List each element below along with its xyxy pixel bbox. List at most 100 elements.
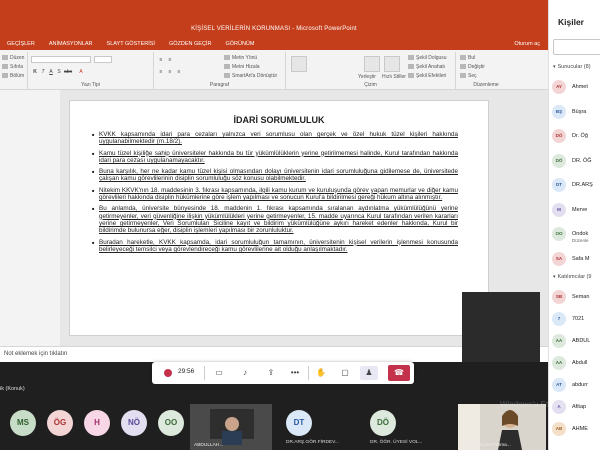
layout-button[interactable]: Düzen — [2, 55, 24, 61]
mic-off-icon[interactable]: ♪ — [236, 366, 254, 380]
camera-off-icon[interactable]: ▭ — [210, 366, 228, 380]
participant-row[interactable]: AT abdurr — [552, 378, 600, 394]
paragraph-group-label: Paragraf — [209, 82, 230, 88]
smartart-icon — [224, 73, 230, 79]
text-direction-button[interactable]: Metin Yönü — [224, 55, 257, 61]
current-slide[interactable]: İDARİ SORUMLULUK KVKK kapsamında idari p… — [69, 100, 489, 336]
quick-styles-button[interactable] — [384, 56, 400, 72]
chat-icon[interactable]: ▢ — [336, 366, 354, 380]
video-tile[interactable]: ABDULLAH... — [190, 404, 272, 450]
slide-thumbnails-pane[interactable] — [0, 90, 60, 346]
arrange-button[interactable] — [364, 56, 380, 72]
tab-gozden-gecir[interactable]: GÖZDEN GEÇİR — [162, 38, 218, 50]
participant-name: DR.ARŞ.GÖR.FİRDEV... — [286, 440, 339, 445]
participant-avatar: BŞ — [552, 104, 566, 119]
participant-row[interactable]: OO Ondok Düzenle — [552, 227, 600, 243]
video-overlay — [462, 292, 540, 362]
bullet-item: Buna karşılık, her ne kadar kamu tüzel k… — [92, 168, 458, 183]
video-tile[interactable]: Dr. Öğr. Üyesi Fatma... — [458, 404, 546, 450]
participant-row[interactable]: AA ABDUL — [552, 334, 600, 350]
participant-avatar: SB — [552, 290, 566, 304]
participant-avatar: DÖ — [552, 129, 566, 143]
drawing-group-label: Çizim — [364, 82, 377, 88]
title-bar: KİŞİSEL VERİLERİN KORUNMASI - Microsoft … — [0, 0, 548, 38]
italic-button[interactable]: T — [40, 69, 46, 75]
section-button[interactable]: Bölüm — [2, 73, 24, 79]
find-button[interactable]: Bul — [460, 55, 475, 61]
share-screen-icon[interactable]: ⇪ — [262, 366, 280, 380]
numbering-button[interactable]: ≡ — [167, 57, 173, 63]
participant-avatar: DÖ — [552, 153, 566, 168]
shape-outline-icon — [408, 64, 414, 70]
participant-row[interactable]: M Merve — [552, 202, 600, 219]
participant-row[interactable]: AY Ahmet — [552, 80, 600, 96]
smartart-button[interactable]: SmartArt'a Dönüştür — [224, 73, 277, 79]
reset-button[interactable]: Sıfırla — [2, 64, 23, 70]
bullets-button[interactable]: ≡ — [158, 57, 164, 63]
select-button[interactable]: Seç — [460, 73, 477, 79]
window-title: KİŞİSEL VERİLERİN KORUNMASI - Microsoft … — [191, 26, 357, 32]
participant-avatar: DT — [286, 410, 312, 436]
participant-avatar: AA — [552, 334, 566, 348]
align-left-button[interactable]: ≡ — [158, 69, 164, 75]
participant-tile[interactable]: DT DR.ARŞ.GÖR.FİRDEV... — [286, 410, 339, 450]
replace-icon — [460, 64, 466, 70]
signin-link[interactable]: Oturum aç — [514, 41, 548, 47]
participant-row[interactable]: AA Abdull — [552, 356, 600, 372]
shadow-button[interactable]: S — [56, 69, 62, 75]
chevron-down-icon: ▾ — [553, 274, 556, 280]
participants-icon[interactable]: ♟ — [360, 366, 378, 380]
participant-avatar: OO — [158, 410, 184, 436]
tab-gecisler[interactable]: GEÇİŞLER — [0, 38, 42, 50]
divider — [204, 366, 205, 380]
tab-animasyonlar[interactable]: ANİMASYONLAR — [42, 38, 100, 50]
attendees-header[interactable]: ▾ Katılımcılar (9 — [553, 274, 591, 280]
align-center-button[interactable]: ≡ — [167, 69, 173, 75]
participant-name: Seman — [572, 294, 590, 300]
tab-gorunum[interactable]: GÖRÜNÜM — [218, 38, 261, 50]
shape-fill-button[interactable]: Şekil Dolgusu — [408, 55, 447, 61]
tab-slayt-gosterisi[interactable]: SLAYT GÖSTERİSİ — [100, 38, 162, 50]
participant-row[interactable]: 7 7021 — [552, 312, 600, 328]
hang-up-button[interactable]: ☎ — [388, 365, 410, 381]
font-color-button[interactable]: A — [78, 69, 84, 75]
participant-row[interactable]: DT DR.ARŞ — [552, 178, 600, 194]
find-icon — [460, 55, 466, 61]
participant-tile[interactable]: DÖ DR. ÖĞR. ÜYESİ VOL... — [370, 410, 423, 450]
shape-effects-button[interactable]: Şekil Efektleri — [408, 73, 446, 79]
participant-avatar: DÖ — [370, 410, 396, 436]
participant-row[interactable]: SB Seman — [552, 290, 600, 306]
participant-row[interactable]: DÖ DR. ÖĞ — [552, 153, 600, 170]
shape-outline-button[interactable]: Şekil Anahatı — [408, 64, 445, 70]
replace-button[interactable]: Değiştir — [460, 64, 485, 70]
participant-row[interactable]: BŞ Büşra — [552, 104, 600, 121]
participant-row[interactable]: DÖ Dr. Öğ — [552, 129, 600, 145]
underline-button[interactable]: A — [48, 69, 54, 75]
presenters-header[interactable]: ▾ Sunucular (8) — [553, 64, 591, 70]
video-tile-name: ABDULLAH... — [194, 443, 224, 448]
participant-name: Ondok — [572, 231, 589, 237]
font-size-select[interactable] — [94, 56, 112, 63]
meeting-timer: 29:56 — [178, 368, 195, 375]
ribbon: Düzen Sıfırla Bölüm K T A S abc A Yazı T… — [0, 50, 548, 90]
more-options-icon[interactable]: ••• — [286, 366, 304, 380]
participant-row[interactable]: AB AHME — [552, 422, 600, 438]
shape-fill-icon — [408, 55, 414, 61]
participant-name: Ahmet — [572, 84, 588, 90]
font-family-select[interactable] — [31, 56, 91, 63]
bold-button[interactable]: K — [32, 69, 38, 75]
people-search-input[interactable] — [553, 39, 600, 55]
text-direction-icon — [224, 55, 230, 61]
slides-group: Düzen Sıfırla Bölüm — [0, 52, 28, 89]
participant-name: ABDUL — [572, 338, 591, 344]
editing-group: Bul Değiştir Seç Düzenleme — [456, 52, 516, 89]
participant-row[interactable]: SA Safa M — [552, 251, 600, 268]
participant-name: AHME — [572, 426, 588, 432]
editing-group-label: Düzenleme — [473, 82, 499, 88]
raise-hand-icon[interactable]: ✋ — [312, 366, 330, 380]
font-group-label: Yazı Tipi — [81, 82, 100, 88]
shapes-gallery[interactable] — [291, 56, 307, 72]
align-right-button[interactable]: ≡ — [176, 69, 182, 75]
strikethrough-button[interactable]: abc — [64, 69, 72, 75]
align-text-button[interactable]: Metni Hizala — [224, 64, 260, 70]
